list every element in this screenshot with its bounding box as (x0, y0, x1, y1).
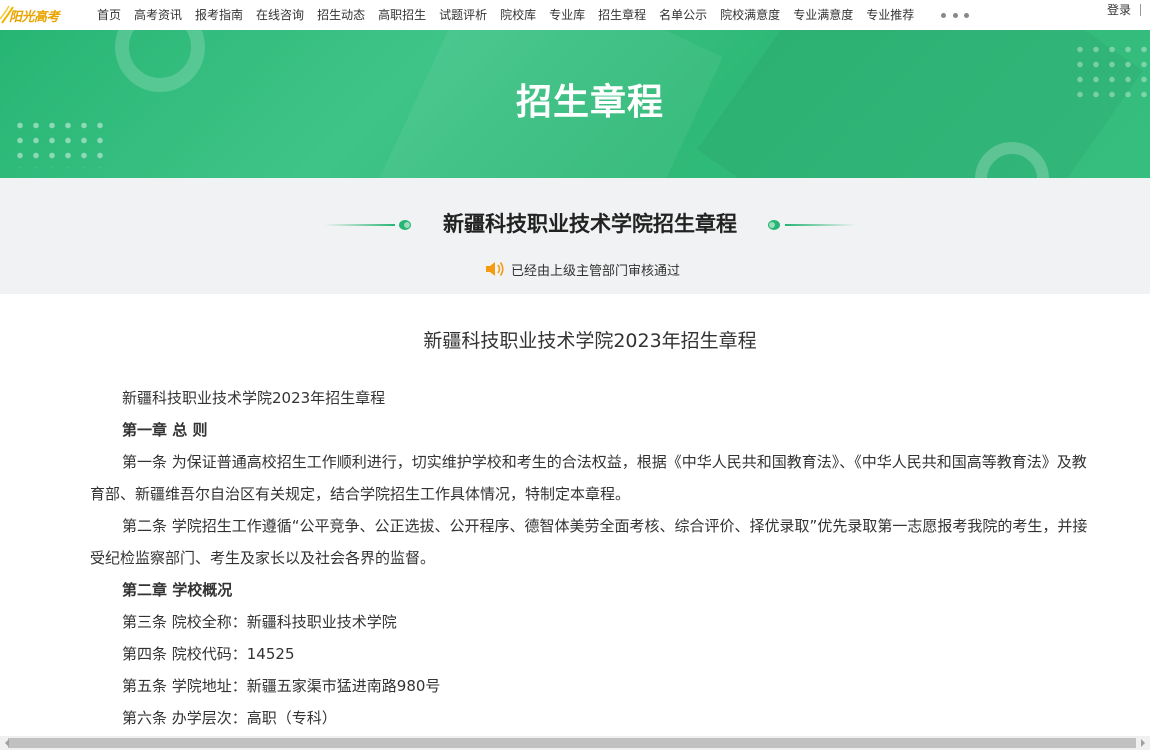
login-link[interactable]: 登录 (1107, 0, 1131, 20)
nav-item-consult[interactable]: 在线咨询 (256, 5, 304, 25)
nav-item-admission-news[interactable]: 招生动态 (317, 5, 365, 25)
logo-text: 阳光高考 (9, 10, 60, 25)
site-logo[interactable]: 阳光高考 (0, 3, 75, 27)
page-title: 新疆科技职业技术学院招生章程 (443, 212, 737, 236)
page-banner: 招生章程 (0, 30, 1150, 178)
article-paragraph: 第四条 院校代码：14525 (122, 645, 295, 663)
nav-item-news[interactable]: 高考资讯 (134, 5, 182, 25)
nav-item-guide[interactable]: 报考指南 (195, 5, 243, 25)
audit-status-text: 已经由上级主管部门审核通过 (511, 263, 681, 279)
title-decoration-line (785, 224, 855, 226)
nav-item-vocational[interactable]: 高职招生 (378, 5, 426, 25)
article-paragraph: 新疆科技职业技术学院2023年招生章程 (122, 389, 386, 407)
ellipsis-icon[interactable] (941, 8, 969, 22)
horizontal-scrollbar[interactable] (0, 736, 1150, 750)
nav-item-major-db[interactable]: 专业库 (549, 5, 585, 25)
chapter-heading: 第二章 学校概况 (122, 581, 233, 599)
article-title: 新疆科技职业技术学院2023年招生章程 (423, 330, 757, 352)
article-paragraph: 第三条 院校全称：新疆科技职业技术学院 (122, 613, 397, 631)
nav-item-home[interactable]: 首页 (97, 5, 121, 25)
banner-title: 招生章程 (515, 82, 664, 123)
nav-item-exam-review[interactable]: 试题评析 (439, 5, 487, 25)
nav-item-list-public[interactable]: 名单公示 (659, 5, 707, 25)
article-paragraph: 第二条 学院招生工作遵循“公平竞争、公正选拔、公开程序、德智体美劳全面考核、综合… (90, 517, 1088, 567)
main-nav-list: 首页 高考资讯 报考指南 在线咨询 招生动态 高职招生 试题评析 院校库 专业库… (97, 0, 927, 30)
speaker-icon[interactable] (485, 260, 505, 278)
scroll-right-arrow-icon[interactable] (1136, 736, 1150, 750)
article-paragraph: 第六条 办学层次：高职（专科） (122, 709, 337, 727)
article-content: 新疆科技职业技术学院2023年招生章程 新疆科技职业技术学院2023年招生章程 … (0, 294, 1150, 736)
scrollbar-thumb[interactable] (8, 738, 1136, 748)
article-paragraph: 第一条 为保证普通高校招生工作顺利进行，切实维护学校和考生的合法权益，根据《中华… (90, 453, 1087, 503)
scroll-left-arrow-icon[interactable] (0, 736, 14, 750)
nav-item-college-db[interactable]: 院校库 (500, 5, 536, 25)
nav-item-major-recommend[interactable]: 专业推荐 (866, 5, 914, 25)
nav-item-college-satisfaction[interactable]: 院校满意度 (720, 5, 780, 25)
article-body: 新疆科技职业技术学院2023年招生章程 第一章 总 则 第一条 为保证普通高校招… (90, 382, 1090, 734)
audit-notice: 已经由上级主管部门审核通过 (485, 258, 680, 280)
nav-item-major-satisfaction[interactable]: 专业满意度 (793, 5, 853, 25)
article-paragraph: 第五条 学院地址：新疆五家渠市猛进南路980号 (122, 677, 441, 695)
school-title-section: 新疆科技职业技术学院招生章程 已经由上级主管部门审核通过 (0, 178, 1150, 294)
nav-item-charter[interactable]: 招生章程 (598, 5, 646, 25)
title-decoration-dot (769, 222, 775, 228)
top-nav: 阳光高考 首页 高考资讯 报考指南 在线咨询 招生动态 高职招生 试题评析 院校… (0, 0, 1150, 30)
chapter-heading: 第一章 总 则 (122, 421, 208, 439)
nav-divider (1140, 4, 1141, 16)
